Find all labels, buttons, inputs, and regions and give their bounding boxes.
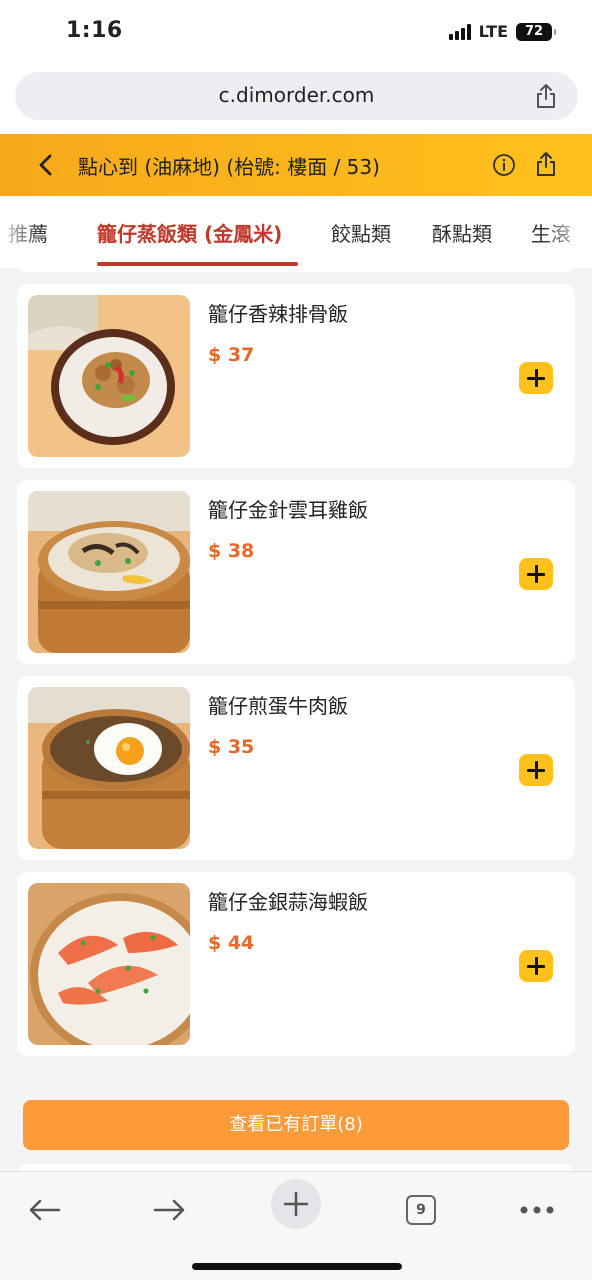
info-icon[interactable] [492, 153, 516, 177]
tab-pastries[interactable]: 酥點類 [432, 218, 492, 247]
dish-name: 籠仔金針雲耳雞飯 [208, 498, 368, 522]
battery-level: 72 [524, 24, 544, 39]
share-icon[interactable] [534, 83, 558, 109]
tab-steamed-rice[interactable]: 籠仔蒸飯類 (金鳳米) [97, 218, 282, 247]
next-section-edge [17, 1164, 575, 1171]
more-options-icon[interactable] [513, 1186, 561, 1234]
network-type: LTE [478, 22, 508, 41]
restaurant-title: 點心到 (油麻地) (枱號: 樓面 / 53) [78, 155, 380, 179]
dish-image [28, 295, 190, 457]
tab-fade-left [0, 196, 40, 268]
dish-name: 籠仔香辣排骨飯 [208, 302, 348, 326]
signal-icon [448, 23, 471, 40]
view-orders-button[interactable]: 查看已有訂單(8) [23, 1100, 569, 1150]
dish-price: $ 44 [208, 932, 255, 954]
dish-image [28, 491, 190, 653]
dish-name: 籠仔煎蛋牛肉飯 [208, 694, 348, 718]
tab-switcher-icon[interactable]: 9 [397, 1186, 445, 1234]
dish-price: $ 38 [208, 540, 255, 562]
back-arrow-icon[interactable] [20, 1186, 68, 1234]
dish-price: $ 37 [208, 344, 255, 366]
tab-fade-right [542, 196, 592, 268]
status-time: 1:16 [66, 18, 123, 43]
browser-toolbar: 9 [0, 1171, 592, 1280]
active-tab-indicator [97, 262, 298, 266]
add-to-cart-button[interactable] [519, 558, 553, 590]
menu-list[interactable]: 籠仔香辣排骨飯 $ 37 籠仔金針雲耳雞飯 $ 38 籠仔煎蛋牛肉飯 $ 35 … [0, 268, 592, 1171]
add-to-cart-button[interactable] [519, 362, 553, 394]
dish-image [28, 883, 190, 1045]
menu-item-card[interactable]: 籠仔金銀蒜海蝦飯 $ 44 [17, 872, 575, 1056]
share-icon[interactable] [534, 151, 558, 177]
previous-card-edge [17, 268, 575, 272]
menu-item-card[interactable]: 籠仔煎蛋牛肉飯 $ 35 [17, 676, 575, 860]
menu-item-card[interactable]: 籠仔金針雲耳雞飯 $ 38 [17, 480, 575, 664]
add-to-cart-button[interactable] [519, 754, 553, 786]
status-bar: 1:16 LTE 72 [0, 0, 592, 66]
restaurant-header: 點心到 (油麻地) (枱號: 樓面 / 53) [0, 134, 592, 196]
dish-price: $ 35 [208, 736, 255, 758]
home-indicator [192, 1263, 402, 1270]
dish-image [28, 687, 190, 849]
new-tab-plus-icon[interactable] [271, 1179, 321, 1229]
dish-name: 籠仔金銀蒜海蝦飯 [208, 890, 368, 914]
battery-icon: 72 [516, 22, 556, 41]
forward-arrow-icon[interactable] [146, 1186, 194, 1234]
status-indicators: LTE 72 [448, 22, 556, 41]
back-chevron-icon[interactable] [34, 151, 58, 179]
menu-item-card[interactable]: 籠仔香辣排骨飯 $ 37 [17, 284, 575, 468]
category-tabs: 推薦 籠仔蒸飯類 (金鳳米) 餃點類 酥點類 生滾 [0, 196, 592, 268]
add-to-cart-button[interactable] [519, 950, 553, 982]
url-text[interactable]: c.dimorder.com [15, 83, 578, 107]
address-bar[interactable]: c.dimorder.com [15, 72, 578, 120]
tab-count: 9 [406, 1195, 436, 1225]
tab-dumplings[interactable]: 餃點類 [331, 218, 391, 247]
